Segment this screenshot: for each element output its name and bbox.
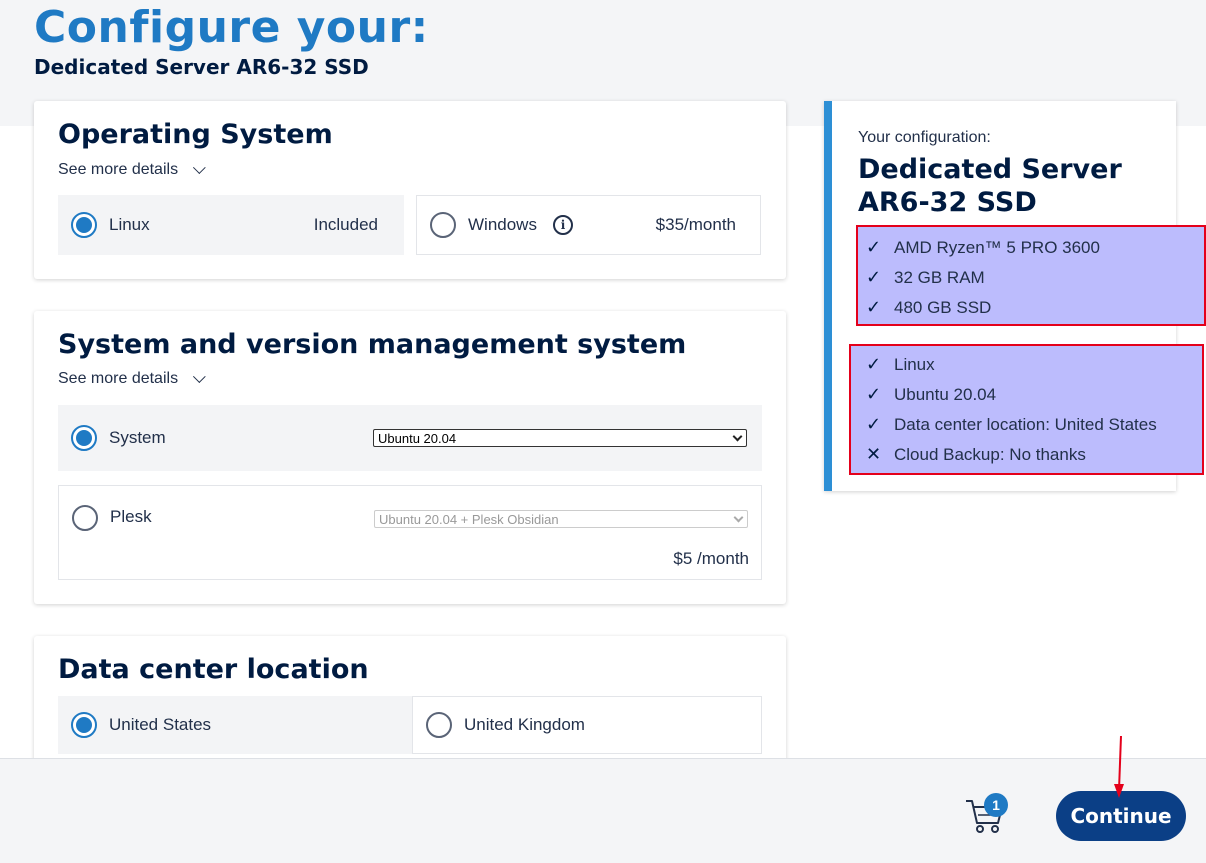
summary-option-item: ✓ Data center location: United States: [866, 414, 1157, 435]
radio-linux[interactable]: [71, 212, 97, 238]
mgmt-see-more-details[interactable]: See more details: [58, 369, 206, 388]
summary-hardware-item: ✓ 480 GB SSD: [866, 297, 991, 318]
radio-system[interactable]: [71, 425, 97, 451]
summary-item-text: 480 GB SSD: [894, 297, 992, 317]
check-icon: ✓: [866, 297, 882, 317]
os-option-linux[interactable]: Linux Included: [58, 195, 404, 255]
check-icon: ✓: [866, 237, 882, 257]
plesk-price: $5 /month: [673, 549, 749, 568]
summary-item-text: Ubuntu 20.04: [894, 384, 997, 404]
os-section-title: Operating System: [58, 119, 333, 150]
cross-icon: ✕: [866, 444, 882, 464]
mgmt-option-label: Plesk: [110, 507, 152, 526]
footer-bar: [0, 758, 1206, 863]
check-icon: ✓: [866, 354, 882, 374]
see-more-details-label: See more details: [58, 161, 179, 178]
dc-option-united-states[interactable]: United States: [58, 696, 412, 754]
chevron-down-icon: [193, 160, 206, 174]
check-icon: ✓: [866, 384, 882, 404]
red-arrow-annotation: [1114, 735, 1124, 798]
dc-option-united-kingdom[interactable]: United Kingdom: [412, 696, 762, 754]
summary-item-text: 32 GB RAM: [894, 267, 985, 287]
summary-title: Dedicated Server AR6-32 SSD: [858, 154, 1122, 218]
mgmt-option-label: System: [109, 428, 166, 447]
plesk-version-select[interactable]: Ubuntu 20.04 + Plesk Obsidian: [374, 510, 748, 528]
summary-item-text: Cloud Backup: No thanks: [894, 444, 1086, 464]
os-option-label: Windows: [468, 215, 537, 234]
summary-option-item: ✓ Ubuntu 20.04: [866, 384, 996, 405]
os-option-price: $35/month: [655, 215, 736, 234]
mgmt-option-plesk[interactable]: Plesk Ubuntu 20.04 + Plesk Obsidian $5 /…: [58, 485, 762, 580]
os-see-more-details[interactable]: See more details: [58, 160, 206, 179]
radio-windows[interactable]: [430, 212, 456, 238]
see-more-details-label: See more details: [58, 370, 179, 387]
system-version-select-value: Ubuntu 20.04: [378, 430, 457, 446]
os-card: Operating System See more details Linux …: [34, 101, 786, 279]
page-title: Configure your:: [34, 2, 429, 53]
mgmt-option-system[interactable]: System Ubuntu 20.04: [58, 405, 762, 471]
check-icon: ✓: [866, 267, 882, 287]
chevron-down-icon: [732, 431, 743, 442]
system-version-select[interactable]: Ubuntu 20.04: [373, 429, 747, 447]
dc-section-title: Data center location: [58, 654, 369, 685]
cart-count-badge: 1: [984, 793, 1008, 817]
configuration-summary: Your configuration: Dedicated Server AR6…: [824, 101, 1206, 491]
summary-label: Your configuration:: [858, 129, 991, 146]
summary-item-text: AMD Ryzen™ 5 PRO 3600: [894, 237, 1100, 257]
radio-united-kingdom[interactable]: [426, 712, 452, 738]
os-option-price: Included: [313, 215, 378, 234]
summary-hardware-item: ✓ 32 GB RAM: [866, 267, 985, 288]
dc-option-label: United States: [109, 715, 212, 734]
summary-option-item: ✕ Cloud Backup: No thanks: [866, 444, 1086, 465]
dc-option-label: United Kingdom: [464, 715, 585, 734]
page-subtitle: Dedicated Server AR6-32 SSD: [34, 55, 369, 79]
summary-item-text: Linux: [894, 354, 935, 374]
radio-united-states[interactable]: [71, 712, 97, 738]
os-option-label: Linux: [109, 215, 150, 234]
radio-plesk[interactable]: [72, 505, 98, 531]
summary-hardware-item: ✓ AMD Ryzen™ 5 PRO 3600: [866, 237, 1100, 258]
mgmt-section-title: System and version management system: [58, 329, 687, 360]
chevron-down-icon: [733, 512, 744, 523]
mgmt-card: System and version management system See…: [34, 311, 786, 604]
chevron-down-icon: [193, 369, 206, 383]
check-icon: ✓: [866, 414, 882, 434]
os-option-windows[interactable]: Windows i $35/month: [416, 195, 761, 255]
summary-item-text: Data center location: United States: [894, 414, 1157, 434]
info-icon[interactable]: i: [552, 215, 573, 235]
plesk-version-select-value: Ubuntu 20.04 + Plesk Obsidian: [379, 511, 559, 527]
summary-option-item: ✓ Linux: [866, 354, 935, 375]
